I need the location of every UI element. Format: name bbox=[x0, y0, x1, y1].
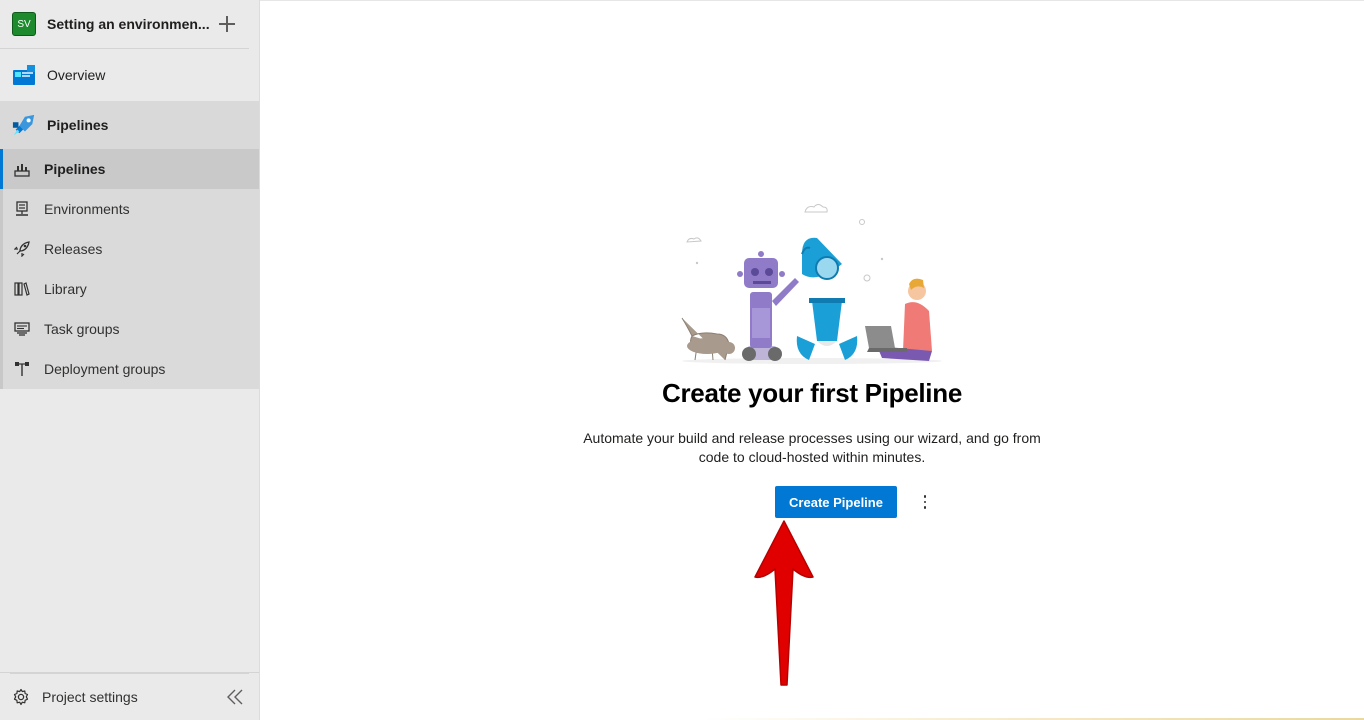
releases-icon bbox=[12, 239, 32, 259]
pipelines-subnav: Pipelines Environments Releases Library … bbox=[0, 149, 259, 389]
project-header: SV Setting an environmen... bbox=[0, 0, 249, 49]
library-icon bbox=[12, 279, 32, 299]
subnav-releases-label: Releases bbox=[44, 241, 103, 257]
add-icon[interactable] bbox=[217, 14, 237, 34]
subnav-task-groups-label: Task groups bbox=[44, 321, 120, 337]
overview-icon bbox=[12, 63, 36, 87]
subnav-pipelines[interactable]: Pipelines bbox=[0, 149, 259, 189]
collapse-sidebar-icon[interactable] bbox=[223, 685, 247, 709]
subnav-library-label: Library bbox=[44, 281, 87, 297]
empty-state-actions: Create Pipeline bbox=[303, 486, 1364, 518]
project-avatar[interactable]: SV bbox=[12, 12, 36, 36]
pipelines-hub-icon bbox=[12, 113, 36, 137]
project-name[interactable]: Setting an environmen... bbox=[47, 16, 211, 32]
subnav-environments-label: Environments bbox=[44, 201, 130, 217]
nav-pipelines-section[interactable]: Pipelines bbox=[0, 101, 259, 149]
subnav-deployment-groups-label: Deployment groups bbox=[44, 361, 166, 377]
subnav-pipelines-label: Pipelines bbox=[44, 161, 106, 177]
nav-pipelines-section-label: Pipelines bbox=[47, 117, 109, 133]
task-groups-icon bbox=[12, 319, 32, 339]
empty-state: Create your first Pipeline Automate your… bbox=[260, 196, 1364, 518]
main-content: Create your first Pipeline Automate your… bbox=[260, 0, 1364, 720]
create-pipeline-button[interactable]: Create Pipeline bbox=[775, 486, 897, 518]
nav-overview-label: Overview bbox=[47, 67, 106, 83]
subnav-task-groups[interactable]: Task groups bbox=[0, 309, 259, 349]
gear-icon[interactable] bbox=[12, 688, 30, 706]
sidebar: SV Setting an environmen... Overview Pip… bbox=[0, 0, 260, 720]
nav-overview[interactable]: Overview bbox=[0, 49, 259, 101]
pipeline-illustration bbox=[681, 204, 942, 364]
project-settings-link[interactable]: Project settings bbox=[42, 689, 223, 705]
empty-state-description: Automate your build and release processe… bbox=[583, 430, 1041, 465]
environments-icon bbox=[12, 199, 32, 219]
subnav-releases[interactable]: Releases bbox=[0, 229, 259, 269]
pipelines-icon bbox=[12, 159, 32, 179]
subnav-library[interactable]: Library bbox=[0, 269, 259, 309]
sidebar-footer: Project settings bbox=[0, 672, 259, 720]
more-options-icon[interactable] bbox=[915, 490, 935, 514]
subnav-environments[interactable]: Environments bbox=[0, 189, 259, 229]
deployment-groups-icon bbox=[12, 359, 32, 379]
empty-state-title: Create your first Pipeline bbox=[662, 378, 962, 408]
subnav-deployment-groups[interactable]: Deployment groups bbox=[0, 349, 259, 389]
annotation-arrow-icon bbox=[754, 520, 814, 686]
